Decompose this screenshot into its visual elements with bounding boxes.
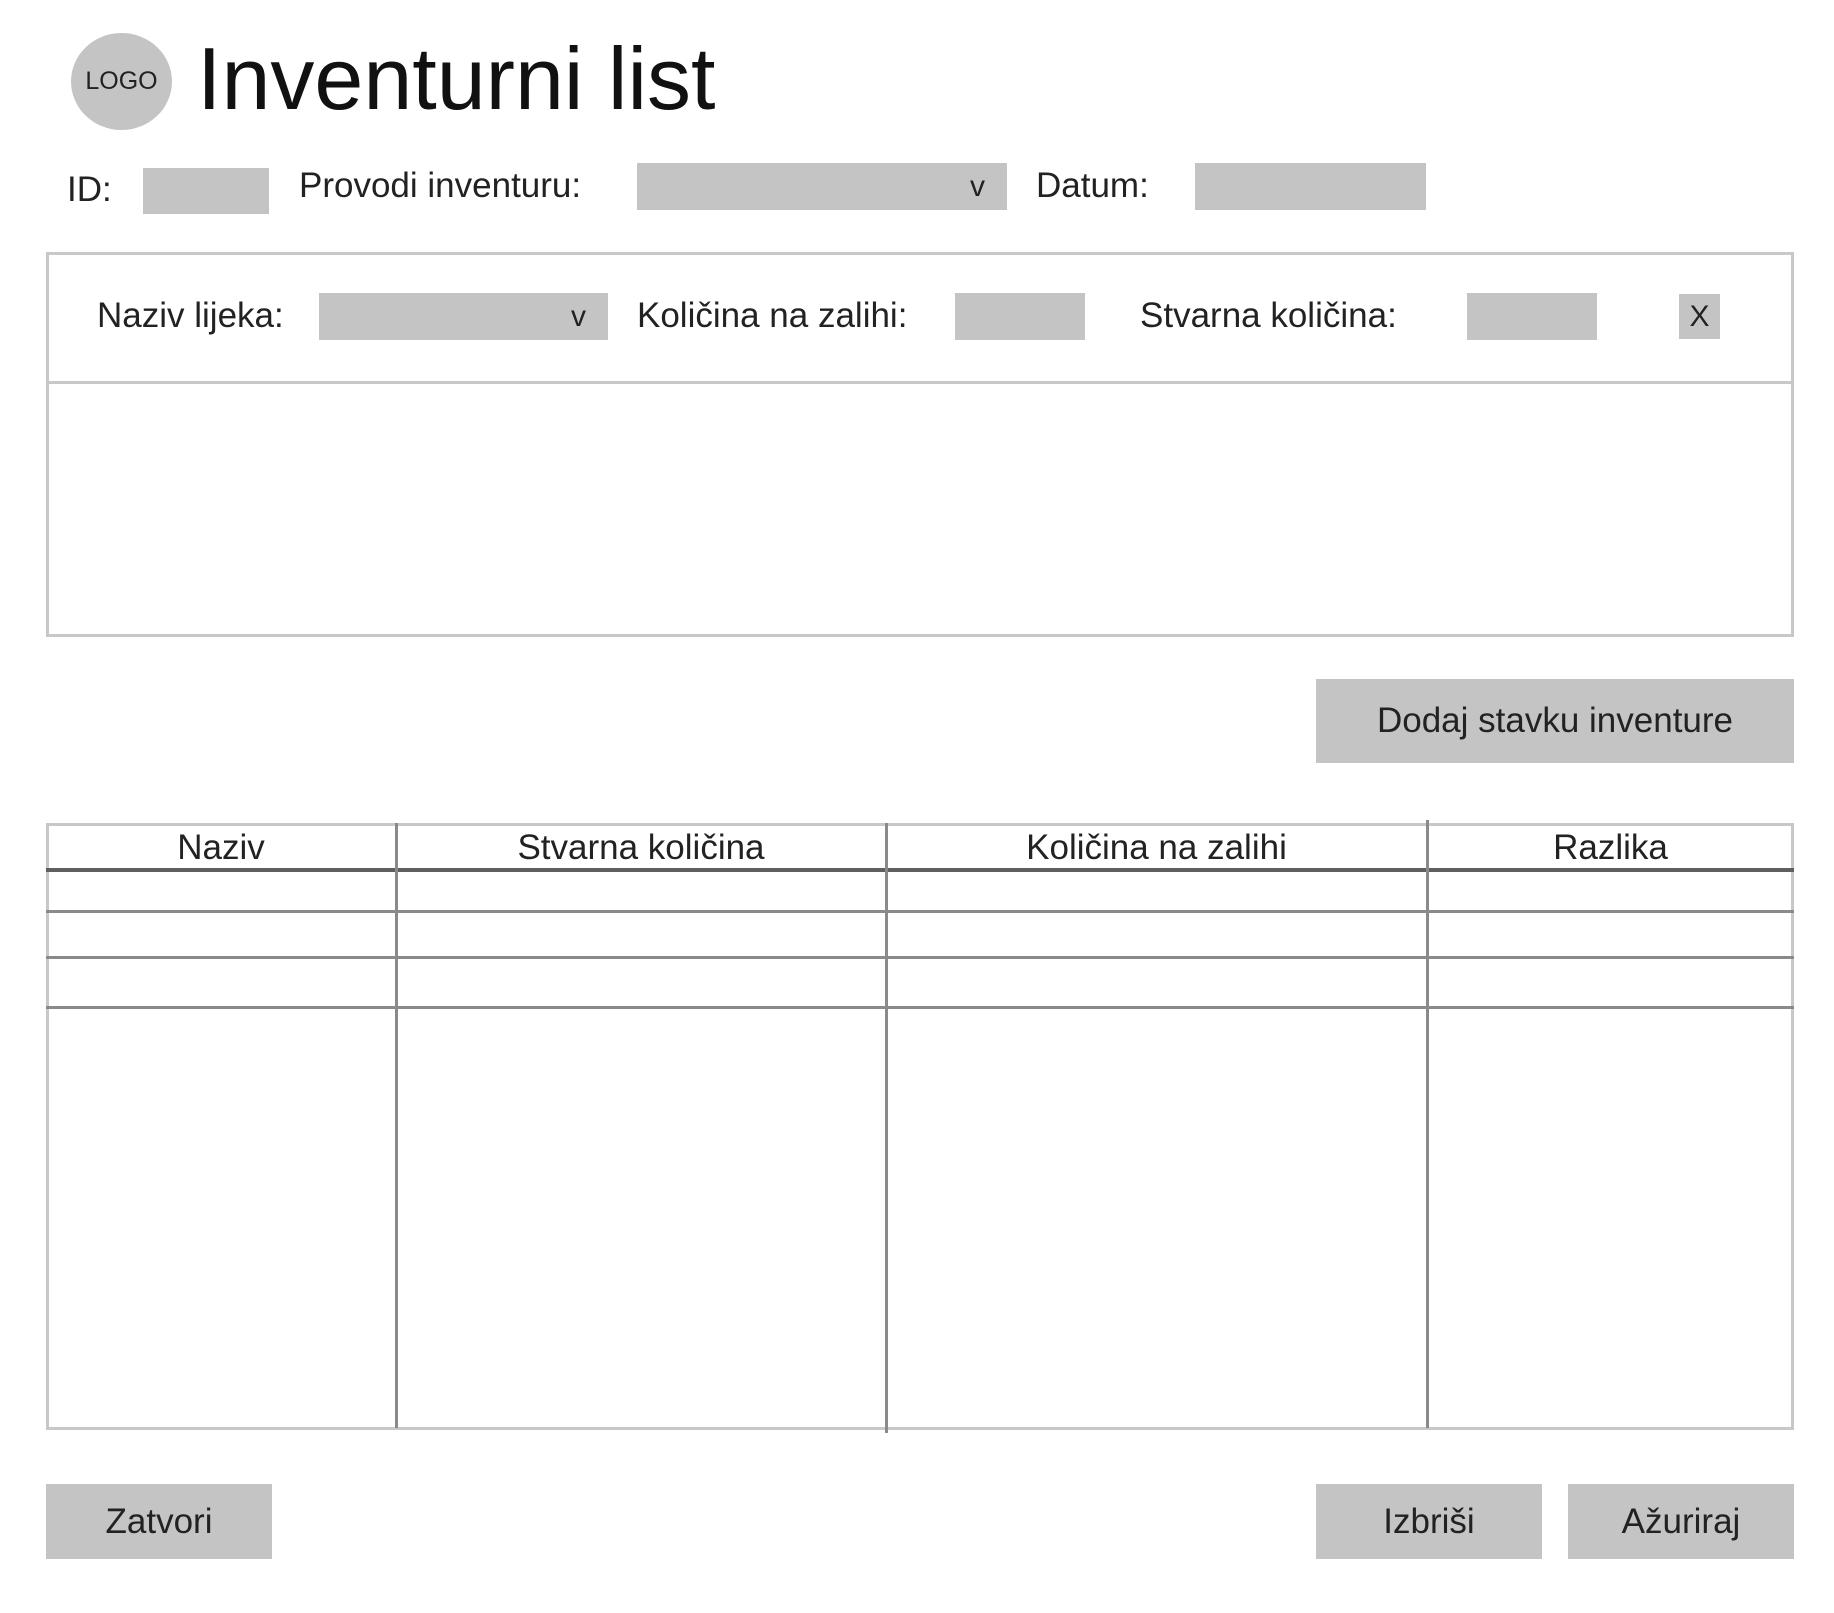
chevron-down-icon: v bbox=[571, 299, 586, 333]
column-header-stvarna[interactable]: Stvarna količina bbox=[396, 827, 886, 869]
table-row[interactable] bbox=[49, 959, 1791, 1006]
zaliha-field[interactable] bbox=[955, 293, 1085, 340]
close-button-label: Zatvori bbox=[105, 1501, 213, 1541]
provodi-label: Provodi inventuru: bbox=[299, 166, 582, 205]
update-button[interactable]: Ažuriraj bbox=[1568, 1484, 1794, 1559]
datum-label: Datum: bbox=[1036, 166, 1149, 205]
stvarna-field[interactable] bbox=[1467, 293, 1597, 340]
page-title: Inventurni list bbox=[197, 29, 716, 128]
provodi-select[interactable]: v bbox=[637, 163, 1007, 210]
naziv-lijeka-select[interactable]: v bbox=[319, 293, 608, 340]
close-button[interactable]: Zatvori bbox=[46, 1484, 272, 1559]
column-divider bbox=[1426, 820, 1429, 1428]
column-header-razlika[interactable]: Razlika bbox=[1427, 827, 1794, 869]
datum-field[interactable] bbox=[1195, 163, 1426, 210]
table-row[interactable] bbox=[49, 913, 1791, 956]
table-row[interactable] bbox=[49, 872, 1791, 910]
add-item-button-label: Dodaj stavku inventure bbox=[1376, 701, 1734, 740]
id-field[interactable] bbox=[143, 168, 269, 214]
chevron-down-icon: v bbox=[970, 169, 985, 203]
add-item-button[interactable]: Dodaj stavku inventure bbox=[1316, 679, 1794, 763]
close-icon: X bbox=[1689, 299, 1710, 333]
panel-divider bbox=[46, 381, 1794, 384]
stvarna-label: Stvarna količina: bbox=[1140, 296, 1397, 335]
delete-button-label: Izbriši bbox=[1383, 1501, 1475, 1541]
row-divider bbox=[46, 1006, 1794, 1009]
column-header-naziv[interactable]: Naziv bbox=[46, 827, 396, 869]
remove-item-button[interactable]: X bbox=[1679, 294, 1720, 339]
delete-button[interactable]: Izbriši bbox=[1316, 1484, 1542, 1559]
id-label: ID: bbox=[67, 170, 112, 209]
logo-text: LOGO bbox=[85, 67, 158, 95]
logo: LOGO bbox=[71, 33, 172, 130]
update-button-label: Ažuriraj bbox=[1621, 1501, 1741, 1541]
zaliha-label: Količina na zalihi: bbox=[637, 296, 908, 335]
column-header-zaliha[interactable]: Količina na zalihi bbox=[886, 827, 1427, 869]
naziv-lijeka-label: Naziv lijeka: bbox=[97, 296, 284, 335]
